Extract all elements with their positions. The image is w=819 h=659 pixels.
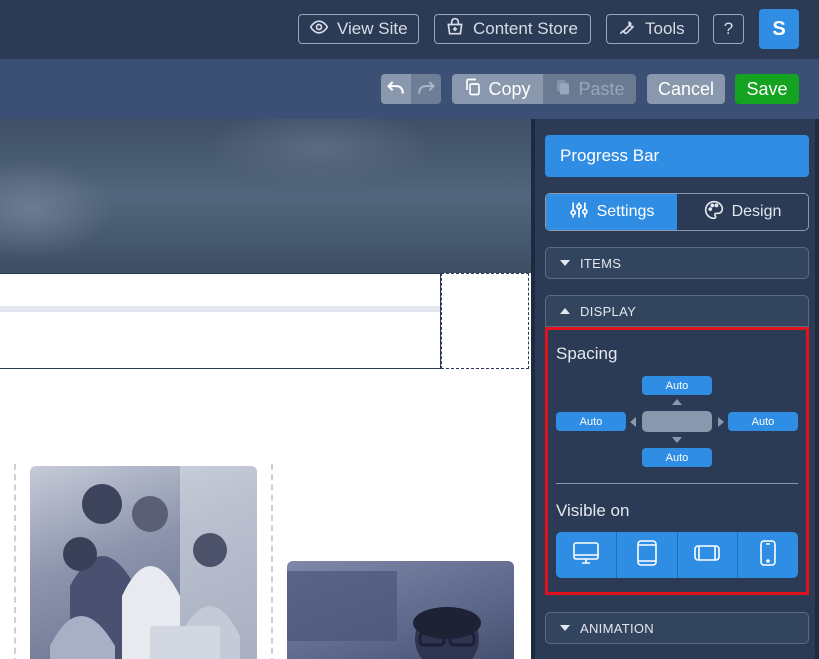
phone-icon [759, 539, 777, 572]
sliders-icon [569, 200, 589, 225]
tablet-landscape-icon [693, 543, 721, 568]
panel-tabs: Settings Design [545, 193, 809, 231]
device-tablet-portrait-toggle[interactable] [617, 532, 678, 578]
desktop-icon [572, 540, 600, 571]
user-avatar[interactable]: S [759, 9, 799, 49]
tab-settings[interactable]: Settings [546, 194, 677, 230]
widget-title: Progress Bar [545, 135, 809, 177]
copy-label: Copy [488, 78, 531, 99]
eye-icon [309, 17, 329, 42]
caret-down-icon [560, 625, 570, 631]
wrench-icon [617, 17, 637, 42]
tablet-portrait-icon [636, 539, 658, 572]
clipboard-controls: Copy Paste [452, 74, 636, 104]
spacing-right-input[interactable]: Auto [728, 412, 798, 431]
copy-icon [464, 78, 482, 101]
spacing-element-preview [642, 411, 712, 432]
cancel-button[interactable]: Cancel [647, 74, 725, 104]
undo-icon [386, 78, 406, 101]
redo-button[interactable] [411, 74, 441, 104]
empty-column-placeholder[interactable] [441, 273, 529, 369]
save-label: Save [746, 78, 788, 99]
help-label: ? [723, 19, 734, 38]
tools-button[interactable]: Tools [606, 14, 699, 44]
cancel-label: Cancel [657, 78, 715, 99]
tools-label: Tools [645, 19, 685, 38]
column-guide-left [14, 464, 16, 659]
device-visibility-toggles [556, 532, 798, 578]
caret-up-icon [560, 308, 570, 314]
page-canvas[interactable] [0, 119, 531, 659]
device-desktop-toggle[interactable] [556, 532, 617, 578]
section-animation[interactable]: ANIMATION [545, 612, 809, 644]
tab-design[interactable]: Design [677, 194, 808, 230]
tab-design-label: Design [731, 203, 782, 220]
history-controls [381, 74, 441, 104]
spacing-left-input[interactable]: Auto [556, 412, 626, 431]
help-button[interactable]: ? [713, 14, 744, 44]
spacing-top-input[interactable]: Auto [642, 376, 712, 395]
paste-icon [554, 78, 572, 101]
developer-photo[interactable] [287, 561, 514, 659]
content-store-button[interactable]: Content Store [434, 14, 591, 44]
avatar-initial: S [772, 17, 786, 40]
arrow-right-icon [718, 417, 724, 427]
view-site-button[interactable]: View Site [298, 14, 419, 44]
arrow-up-icon [672, 399, 682, 405]
section-animation-label: ANIMATION [580, 620, 654, 636]
copy-button[interactable]: Copy [452, 74, 543, 104]
content-store-label: Content Store [473, 19, 578, 38]
spacing-label: Spacing [556, 344, 618, 363]
spacing-bottom-input[interactable]: Auto [642, 448, 712, 467]
progress-bar-block[interactable] [0, 273, 441, 369]
section-items[interactable]: ITEMS [545, 247, 809, 279]
display-divider [556, 483, 798, 484]
section-items-label: ITEMS [580, 255, 622, 271]
widget-title-label: Progress Bar [560, 146, 660, 165]
basket-icon [445, 17, 465, 42]
section-display-label: DISPLAY [580, 303, 637, 319]
progress-bar-track [0, 306, 440, 312]
palette-icon [704, 200, 724, 225]
arrow-left-icon [630, 417, 636, 427]
section-display[interactable]: DISPLAY [545, 295, 809, 327]
hero-image [0, 119, 531, 273]
paste-button[interactable]: Paste [543, 74, 636, 104]
paste-label: Paste [578, 78, 625, 99]
visible-on-label: Visible on [556, 501, 630, 520]
device-phone-toggle[interactable] [738, 532, 798, 578]
team-meeting-photo[interactable] [30, 466, 257, 659]
device-tablet-landscape-toggle[interactable] [678, 532, 739, 578]
tab-settings-label: Settings [596, 203, 655, 220]
caret-down-icon [560, 260, 570, 266]
undo-button[interactable] [381, 74, 411, 104]
arrow-down-icon [672, 437, 682, 443]
redo-icon [416, 78, 436, 101]
panel-edge [815, 119, 819, 659]
column-guide-middle [271, 464, 273, 659]
save-button[interactable]: Save [735, 74, 799, 104]
view-site-label: View Site [337, 19, 408, 38]
